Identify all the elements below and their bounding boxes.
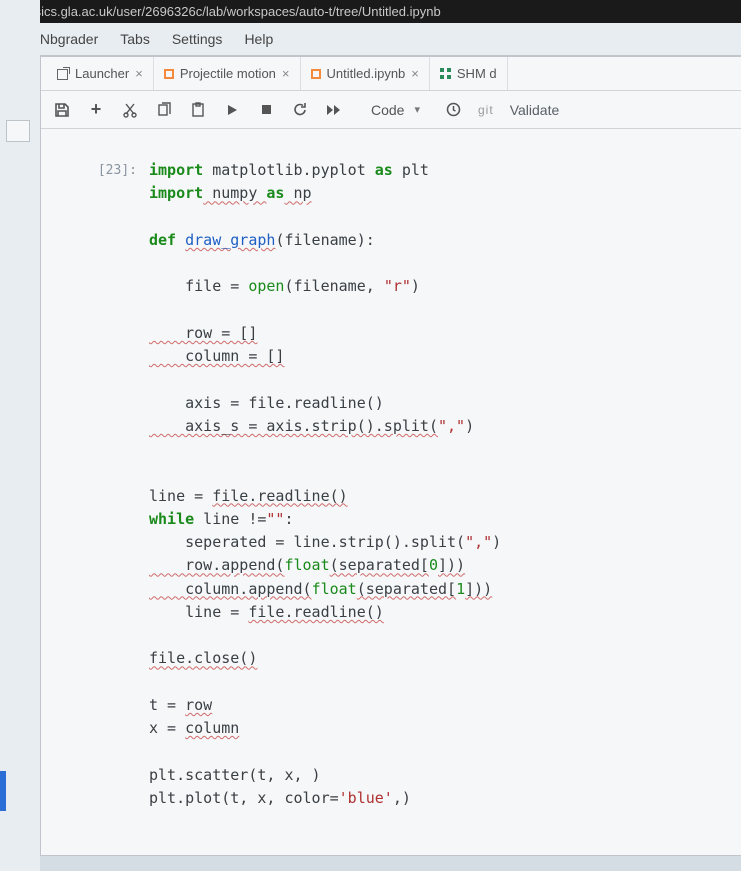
- add-cell-button[interactable]: +: [87, 99, 105, 120]
- menu-nbgrader[interactable]: Nbgrader: [40, 31, 98, 47]
- validate-button[interactable]: Validate: [510, 102, 560, 118]
- close-icon[interactable]: ×: [411, 66, 419, 81]
- close-icon[interactable]: ×: [282, 66, 290, 81]
- git-icon[interactable]: git: [478, 103, 494, 117]
- save-button[interactable]: [53, 102, 71, 118]
- tab-projectile-motion[interactable]: Projectile motion ×: [154, 57, 301, 90]
- main-panel: Launcher × Projectile motion × Untitled.…: [40, 56, 741, 856]
- cell-prompt: [23]:: [91, 159, 149, 810]
- tab-label: SHM d: [457, 66, 497, 81]
- cell-type-label: Code: [371, 102, 404, 118]
- run-button[interactable]: [223, 104, 241, 116]
- notebook-body[interactable]: [23]: import matplotlib.pyplot as plt im…: [41, 129, 741, 820]
- copy-button[interactable]: [155, 102, 173, 118]
- fast-forward-button[interactable]: [325, 104, 343, 116]
- spreadsheet-icon: [440, 68, 451, 79]
- launcher-icon: [57, 68, 69, 80]
- notebook-icon: [164, 69, 174, 79]
- menu-tabs[interactable]: Tabs: [120, 31, 150, 47]
- cell-type-dropdown[interactable]: Code ▾: [359, 100, 428, 120]
- code-editor[interactable]: import matplotlib.pyplot as plt import n…: [149, 159, 501, 810]
- document-tabbar: Launcher × Projectile motion × Untitled.…: [41, 57, 741, 91]
- notebook-icon: [311, 69, 321, 79]
- tab-label: Projectile motion: [180, 66, 276, 81]
- tab-untitled[interactable]: Untitled.ipynb ×: [301, 57, 430, 90]
- sidebar-active-indicator: [0, 771, 6, 811]
- tab-label: Untitled.ipynb: [327, 66, 406, 81]
- notebook-toolbar: + Code ▾ git Validate: [41, 91, 741, 129]
- menu-help[interactable]: Help: [244, 31, 273, 47]
- tab-launcher[interactable]: Launcher ×: [47, 57, 154, 90]
- cut-button[interactable]: [121, 102, 139, 118]
- browser-url-bar: .physics.gla.ac.uk/user/2696326c/lab/wor…: [0, 0, 741, 23]
- menu-settings[interactable]: Settings: [172, 31, 223, 47]
- app-menubar: Git Nbgrader Tabs Settings Help: [0, 23, 741, 56]
- tab-shm[interactable]: SHM d: [430, 57, 508, 90]
- kernel-status-icon[interactable]: [444, 102, 462, 117]
- sidebar-slot[interactable]: [6, 120, 30, 142]
- restart-button[interactable]: [291, 102, 309, 117]
- close-icon[interactable]: ×: [135, 66, 143, 81]
- tab-label: Launcher: [75, 66, 129, 81]
- left-sidebar: [0, 0, 40, 871]
- paste-button[interactable]: [189, 102, 207, 118]
- code-cell[interactable]: [23]: import matplotlib.pyplot as plt im…: [91, 159, 731, 810]
- chevron-down-icon: ▾: [414, 103, 420, 116]
- stop-button[interactable]: [257, 104, 275, 115]
